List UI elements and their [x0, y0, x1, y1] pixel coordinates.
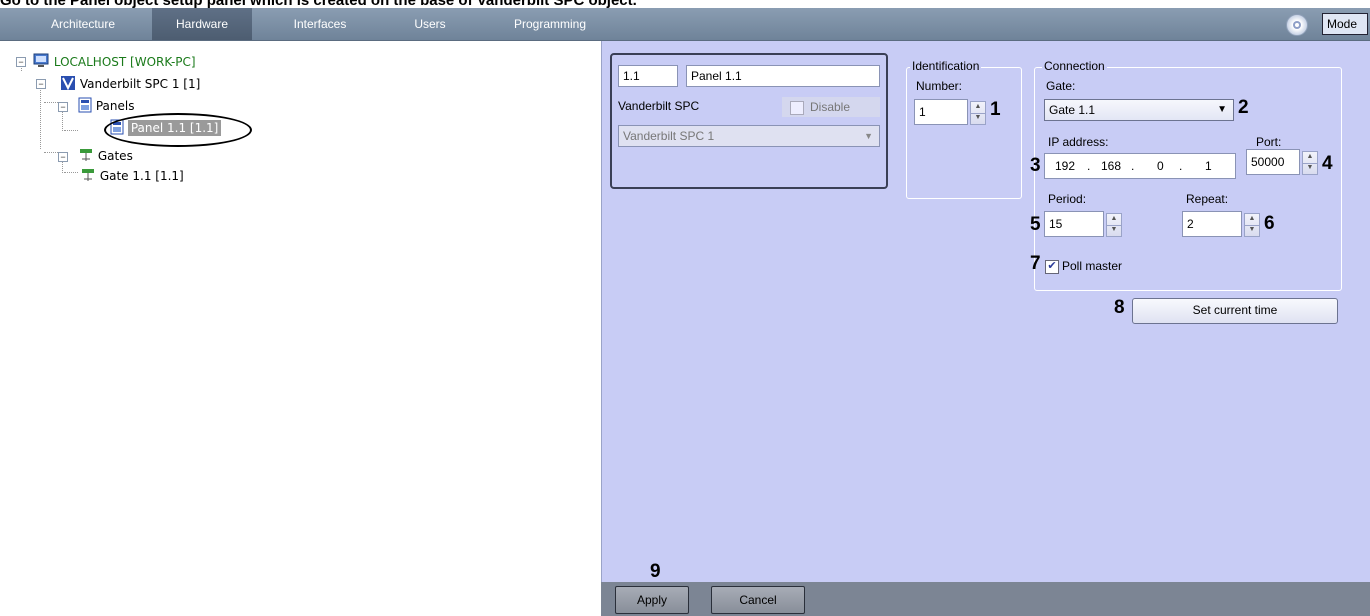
period-label: Period: — [1048, 192, 1087, 206]
gate-icon — [80, 149, 92, 161]
port-label: Port: — [1256, 135, 1282, 149]
ip-separator: . — [1087, 159, 1091, 173]
callout-3: 3 — [1030, 155, 1041, 176]
ip-octet-1: 192 — [1055, 159, 1076, 173]
callout-6: 6 — [1264, 213, 1275, 234]
port-spinner[interactable]: ▲ ▼ — [1302, 151, 1318, 175]
tree-item-panels[interactable]: Panels — [78, 97, 134, 113]
apply-button[interactable]: Apply — [615, 586, 689, 614]
tree-item-gate-1-1[interactable]: Gate 1.1 [1.1] — [80, 167, 184, 183]
gate-label: Gate: — [1046, 79, 1076, 93]
settings-gear-icon[interactable] — [1286, 14, 1308, 36]
gate-value: Gate 1.1 — [1049, 103, 1096, 117]
object-id-field[interactable]: 1.1 — [618, 65, 678, 87]
computer-icon — [33, 53, 49, 67]
cancel-button[interactable]: Cancel — [711, 586, 805, 614]
callout-8: 8 — [1114, 297, 1125, 318]
callout-2: 2 — [1238, 97, 1249, 118]
tree-item-label: Vanderbilt SPC 1 [1] — [79, 77, 201, 91]
callout-7: 7 — [1030, 253, 1041, 274]
collapse-gates-toggle[interactable]: − — [58, 152, 68, 162]
disable-checkbox[interactable]: Disable — [782, 97, 880, 117]
tree-item-vanderbilt-spc[interactable]: Vanderbilt SPC 1 [1] — [60, 75, 200, 91]
period-field[interactable]: 15 — [1044, 211, 1104, 237]
tree-item-localhost[interactable]: LOCALHOST [WORK-PC] — [32, 53, 196, 69]
tree-item-label: Gates — [97, 149, 133, 163]
ip-octet-2: 168 — [1101, 159, 1122, 173]
tree-item-gates[interactable]: Gates — [78, 147, 133, 163]
callout-4: 4 — [1322, 153, 1333, 174]
tab-interfaces[interactable]: Interfaces — [280, 8, 360, 40]
connection-group-label: Connection — [1042, 59, 1107, 73]
tree-item-panel-1-1[interactable]: Panel 1.1 [1.1] — [80, 113, 252, 147]
repeat-spinner[interactable]: ▲ ▼ — [1244, 213, 1260, 237]
ip-address-field[interactable]: 192 . 168 . 0 . 1 — [1044, 153, 1236, 179]
tree-item-label: Gate 1.1 [1.1] — [99, 169, 184, 183]
number-spinner[interactable]: ▲ ▼ — [970, 101, 986, 125]
ip-separator: . — [1179, 159, 1183, 173]
number-field[interactable]: 1 — [914, 99, 968, 125]
ip-address-label: IP address: — [1048, 135, 1109, 149]
tab-architecture[interactable]: Architecture — [28, 8, 138, 40]
caption-text: Go to the Panel object setup panel which… — [0, 0, 637, 8]
caption-strip: Go to the Panel object setup panel which… — [0, 0, 1370, 8]
settings-panel: 1.1 Panel 1.1 Vanderbilt SPC Disable Van… — [601, 41, 1370, 582]
bottom-action-bar: Apply Cancel — [601, 582, 1370, 616]
object-name-field[interactable]: Panel 1.1 — [686, 65, 880, 87]
object-type-label: Vanderbilt SPC — [618, 99, 700, 113]
collapse-root-toggle[interactable]: − — [16, 57, 26, 67]
tree-item-label: Panels — [95, 99, 135, 113]
panel-device-icon — [78, 97, 92, 113]
poll-master-checkbox[interactable]: ✔ — [1045, 260, 1059, 274]
port-field[interactable]: 50000 — [1246, 149, 1300, 175]
ip-octet-4: 1 — [1205, 159, 1212, 173]
period-spinner[interactable]: ▲ ▼ — [1106, 213, 1122, 237]
callout-1: 1 — [990, 99, 1001, 120]
poll-master-label: Poll master — [1062, 259, 1123, 273]
callout-5: 5 — [1030, 214, 1041, 235]
gate-select[interactable]: Gate 1.1 ▼ — [1044, 99, 1234, 121]
chevron-down-icon: ▼ — [1217, 104, 1227, 115]
tab-hardware[interactable]: Hardware — [152, 8, 252, 40]
object-info-box: 1.1 Panel 1.1 Vanderbilt SPC Disable Van… — [610, 53, 888, 189]
disable-label: Disable — [810, 100, 851, 114]
parent-device-value: Vanderbilt SPC 1 — [623, 129, 715, 143]
repeat-label: Repeat: — [1186, 192, 1229, 206]
gate-icon — [82, 169, 94, 181]
identification-group-label: Identification — [910, 59, 982, 73]
ip-separator: . — [1131, 159, 1135, 173]
callout-9: 9 — [650, 561, 661, 582]
tab-programming[interactable]: Programming — [495, 8, 605, 40]
collapse-panels-toggle[interactable]: − — [58, 102, 68, 112]
parent-device-select[interactable]: Vanderbilt SPC 1 ▼ — [618, 125, 880, 147]
tab-users[interactable]: Users — [400, 8, 460, 40]
collapse-device-toggle[interactable]: − — [36, 79, 46, 89]
chevron-down-icon: ▼ — [864, 131, 873, 141]
hardware-tree: − LOCALHOST [WORK-PC] − Vanderbilt SPC 1… — [0, 41, 600, 616]
repeat-field[interactable]: 2 — [1182, 211, 1242, 237]
vanderbilt-icon — [61, 76, 75, 91]
ip-octet-3: 0 — [1157, 159, 1164, 173]
set-current-time-button[interactable]: Set current time — [1132, 298, 1338, 324]
mode-button[interactable]: Mode — [1322, 13, 1368, 35]
number-label: Number: — [916, 79, 963, 93]
tree-item-label: LOCALHOST [WORK-PC] — [53, 55, 196, 69]
top-tab-bar: Architecture Hardware Interfaces Users P… — [0, 8, 1370, 41]
